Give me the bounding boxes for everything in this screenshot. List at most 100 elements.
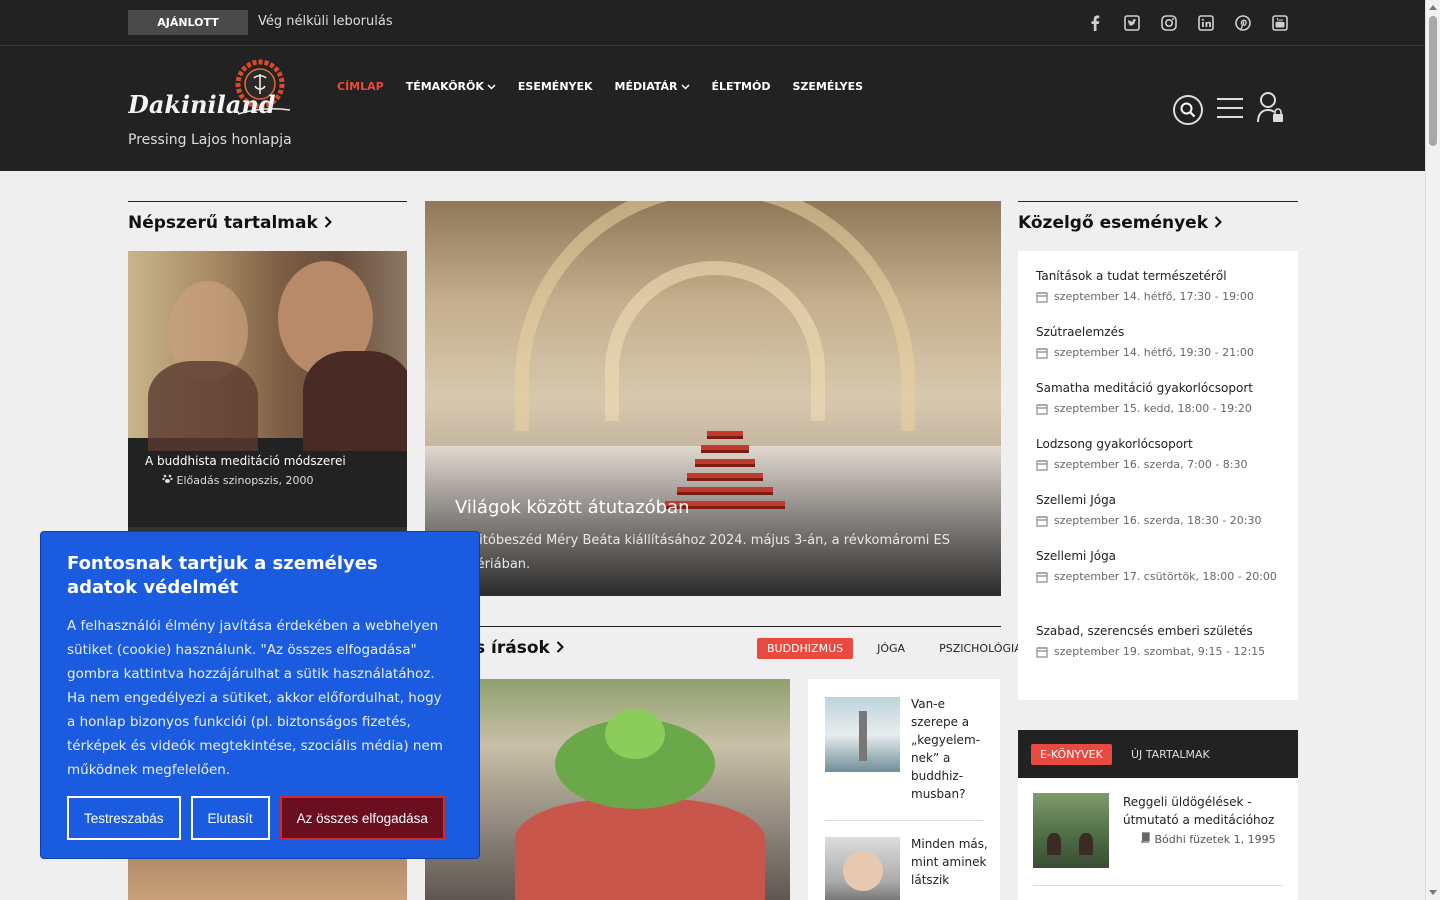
paw-icon: [162, 474, 173, 483]
search-button[interactable]: [1173, 95, 1203, 125]
event-title: Samatha meditáció gyakorlócsoport: [1036, 381, 1253, 395]
popular-item-meta: Előadás szinopszis, 2000: [162, 473, 313, 487]
list-item-title: Van-e szerepe a „kegyelem-nek” a buddhiz…: [911, 697, 980, 801]
nav-item-eletmod[interactable]: ÉLETMÓD: [712, 80, 771, 93]
lighthouse-thumbnail: [825, 697, 900, 772]
ebooks-panel: E-KÖNYVEK ÚJ TARTALMAK Reggeli üldögélés…: [1018, 730, 1298, 900]
facebook-icon[interactable]: [1086, 14, 1104, 32]
event-date: szeptember 15. kedd, 18:00 - 19:20: [1036, 399, 1286, 419]
event-date: szeptember 16. szerda, 7:00 - 8:30: [1036, 455, 1286, 475]
scroll-up-icon[interactable]: [1429, 5, 1437, 10]
hero-card[interactable]: Világok között átutazóban gnyitóbeszéd M…: [425, 201, 1001, 596]
chevron-right-icon: [324, 216, 332, 228]
tab-buddhizmus[interactable]: BUDDHIZMUS: [757, 638, 854, 659]
nav-label: ESEMÉNYEK: [517, 80, 593, 93]
ebook-meta-text: Bódhi füzetek 1, 1995: [1154, 833, 1276, 846]
event-item[interactable]: Samatha meditáció gyakorlócsoport szepte…: [1036, 381, 1286, 419]
top-bar: AJÁNLOTT Vég nélküli leborulás: [0, 0, 1425, 46]
baby-thumbnail: [825, 837, 900, 900]
ebooks-tabs: E-KÖNYVEK ÚJ TARTALMAK: [1018, 730, 1298, 778]
cookie-buttons: Testreszabás Elutasít Az összes elfogadá…: [67, 796, 445, 840]
event-item[interactable]: Szellemi Jóga szeptember 17. csütörtök, …: [1036, 549, 1286, 587]
site-tagline: Pressing Lajos honlapja: [128, 132, 292, 148]
popular-heading-text: Népszerű tartalmak: [128, 213, 318, 233]
event-date-text: szeptember 14. hétfő, 19:30 - 21:00: [1054, 346, 1254, 359]
nav-label: TÉMAKÖRÖK: [405, 80, 484, 93]
featured-badge: AJÁNLOTT: [128, 10, 248, 35]
tab-joga[interactable]: JÓGA: [867, 638, 915, 659]
accept-all-button[interactable]: Az összes elfogadása: [279, 796, 445, 840]
pinterest-icon[interactable]: [1234, 14, 1252, 32]
menu-button[interactable]: [1217, 97, 1243, 123]
event-item[interactable]: Szútraelemzés szeptember 14. hétfő, 19:3…: [1036, 325, 1286, 363]
scroll-thumb[interactable]: [1429, 16, 1437, 146]
scroll-down-icon[interactable]: [1429, 890, 1437, 895]
chevron-right-icon: [1214, 216, 1222, 228]
ebook-title[interactable]: Reggeli üldögélések - útmutató a meditác…: [1123, 793, 1288, 829]
event-title: Szellemi Jóga: [1036, 493, 1117, 507]
instagram-icon[interactable]: [1160, 14, 1178, 32]
popular-meta-text: Előadás szinopszis, 2000: [176, 474, 314, 487]
calendar-icon: [1036, 514, 1048, 534]
event-date-text: szeptember 19. szombat, 9:15 - 12:15: [1054, 645, 1266, 658]
user-login-button[interactable]: [1257, 92, 1285, 128]
event-title: Tanítások a tudat természetéről: [1036, 269, 1227, 283]
hamburger-icon: [1217, 98, 1243, 118]
event-item[interactable]: Lodzsong gyakorlócsoport szeptember 16. …: [1036, 437, 1286, 475]
site-logo[interactable]: Dakiniland: [127, 56, 293, 126]
calendar-icon: [1036, 290, 1048, 310]
chevron-down-icon: [680, 83, 690, 90]
nav-item-temakorok[interactable]: TÉMAKÖRÖK: [406, 80, 496, 93]
reject-button[interactable]: Elutasít: [190, 796, 270, 840]
twitter-icon[interactable]: [1123, 14, 1141, 32]
events-heading[interactable]: Közelgő események: [1018, 201, 1298, 233]
event-title: Szútraelemzés: [1036, 325, 1125, 339]
calendar-icon: [1036, 346, 1048, 366]
linkedin-icon[interactable]: [1197, 14, 1215, 32]
nav-item-cimlap[interactable]: CÍMLAP: [337, 80, 384, 93]
header-actions: [1173, 92, 1285, 128]
cookie-consent-dialog: Fontosnak tartjuk a személyes adatok véd…: [40, 531, 480, 859]
nav-label: ÉLETMÓD: [711, 80, 771, 93]
calendar-icon: [1036, 402, 1048, 422]
event-date-text: szeptember 17. csütörtök, 18:00 - 20:00: [1054, 570, 1277, 583]
event-item[interactable]: Tanítások a tudat természetéről szeptemb…: [1036, 269, 1286, 307]
chevron-down-icon: [487, 83, 496, 90]
popular-item-title[interactable]: A buddhista meditáció módszerei: [145, 454, 346, 468]
event-date: szeptember 14. hétfő, 19:30 - 21:00: [1036, 343, 1286, 363]
popular-image: [128, 251, 407, 451]
tab-e-konyvek[interactable]: E-KÖNYVEK: [1031, 744, 1112, 765]
writings-side-list: Van-e szerepe a „kegyelem-nek” a buddhiz…: [808, 679, 1000, 900]
popular-card[interactable]: A buddhista meditáció módszerei Előadás …: [128, 251, 407, 527]
nav-label: SZEMÉLYES: [792, 80, 864, 93]
youtube-icon[interactable]: [1271, 14, 1289, 32]
event-item[interactable]: Szellemi Jóga szeptember 16. szerda, 18:…: [1036, 493, 1286, 531]
ebook-thumbnail[interactable]: [1033, 793, 1109, 868]
event-date: szeptember 16. szerda, 18:30 - 20:30: [1036, 511, 1286, 531]
event-date-text: szeptember 14. hétfő, 17:30 - 19:00: [1054, 290, 1254, 303]
tab-pszichologia[interactable]: PSZICHOLÓGIA: [929, 638, 1032, 659]
nav-item-szemelyes[interactable]: SZEMÉLYES: [793, 80, 864, 93]
event-date-text: szeptember 15. kedd, 18:00 - 19:20: [1054, 402, 1252, 415]
page-scrollbar[interactable]: [1425, 0, 1440, 900]
hero-title[interactable]: Világok között átutazóban: [455, 497, 690, 518]
social-links: [1086, 14, 1289, 32]
divider: [825, 820, 983, 821]
list-item-title: Minden más, mint aminek látszik: [911, 837, 988, 887]
featured-link[interactable]: Vég nélküli leborulás: [258, 14, 393, 29]
events-list: Tanítások a tudat természetéről szeptemb…: [1018, 251, 1298, 700]
nav-item-esemenyek[interactable]: ESEMÉNYEK: [518, 80, 593, 93]
nav-item-mediatar[interactable]: MÉDIATÁR: [615, 80, 690, 93]
hero-description: gnyitóbeszéd Méry Beáta kiállításához 20…: [455, 533, 950, 572]
event-item[interactable]: Szabad, szerencsés emberi születés szept…: [1036, 624, 1286, 662]
customize-button[interactable]: Testreszabás: [67, 796, 181, 840]
ebook-meta: Bódhi füzetek 1, 1995: [1140, 832, 1276, 846]
popular-heading[interactable]: Népszerű tartalmak: [128, 201, 407, 233]
tab-uj-tartalmak[interactable]: ÚJ TARTALMAK: [1122, 744, 1219, 765]
calendar-icon: [1036, 458, 1048, 478]
search-icon: [1180, 102, 1196, 118]
chevron-right-icon: [556, 641, 564, 653]
book-icon: [1141, 832, 1150, 844]
event-title: Szabad, szerencsés emberi születés: [1036, 624, 1253, 638]
nav-label: MÉDIATÁR: [614, 80, 678, 93]
